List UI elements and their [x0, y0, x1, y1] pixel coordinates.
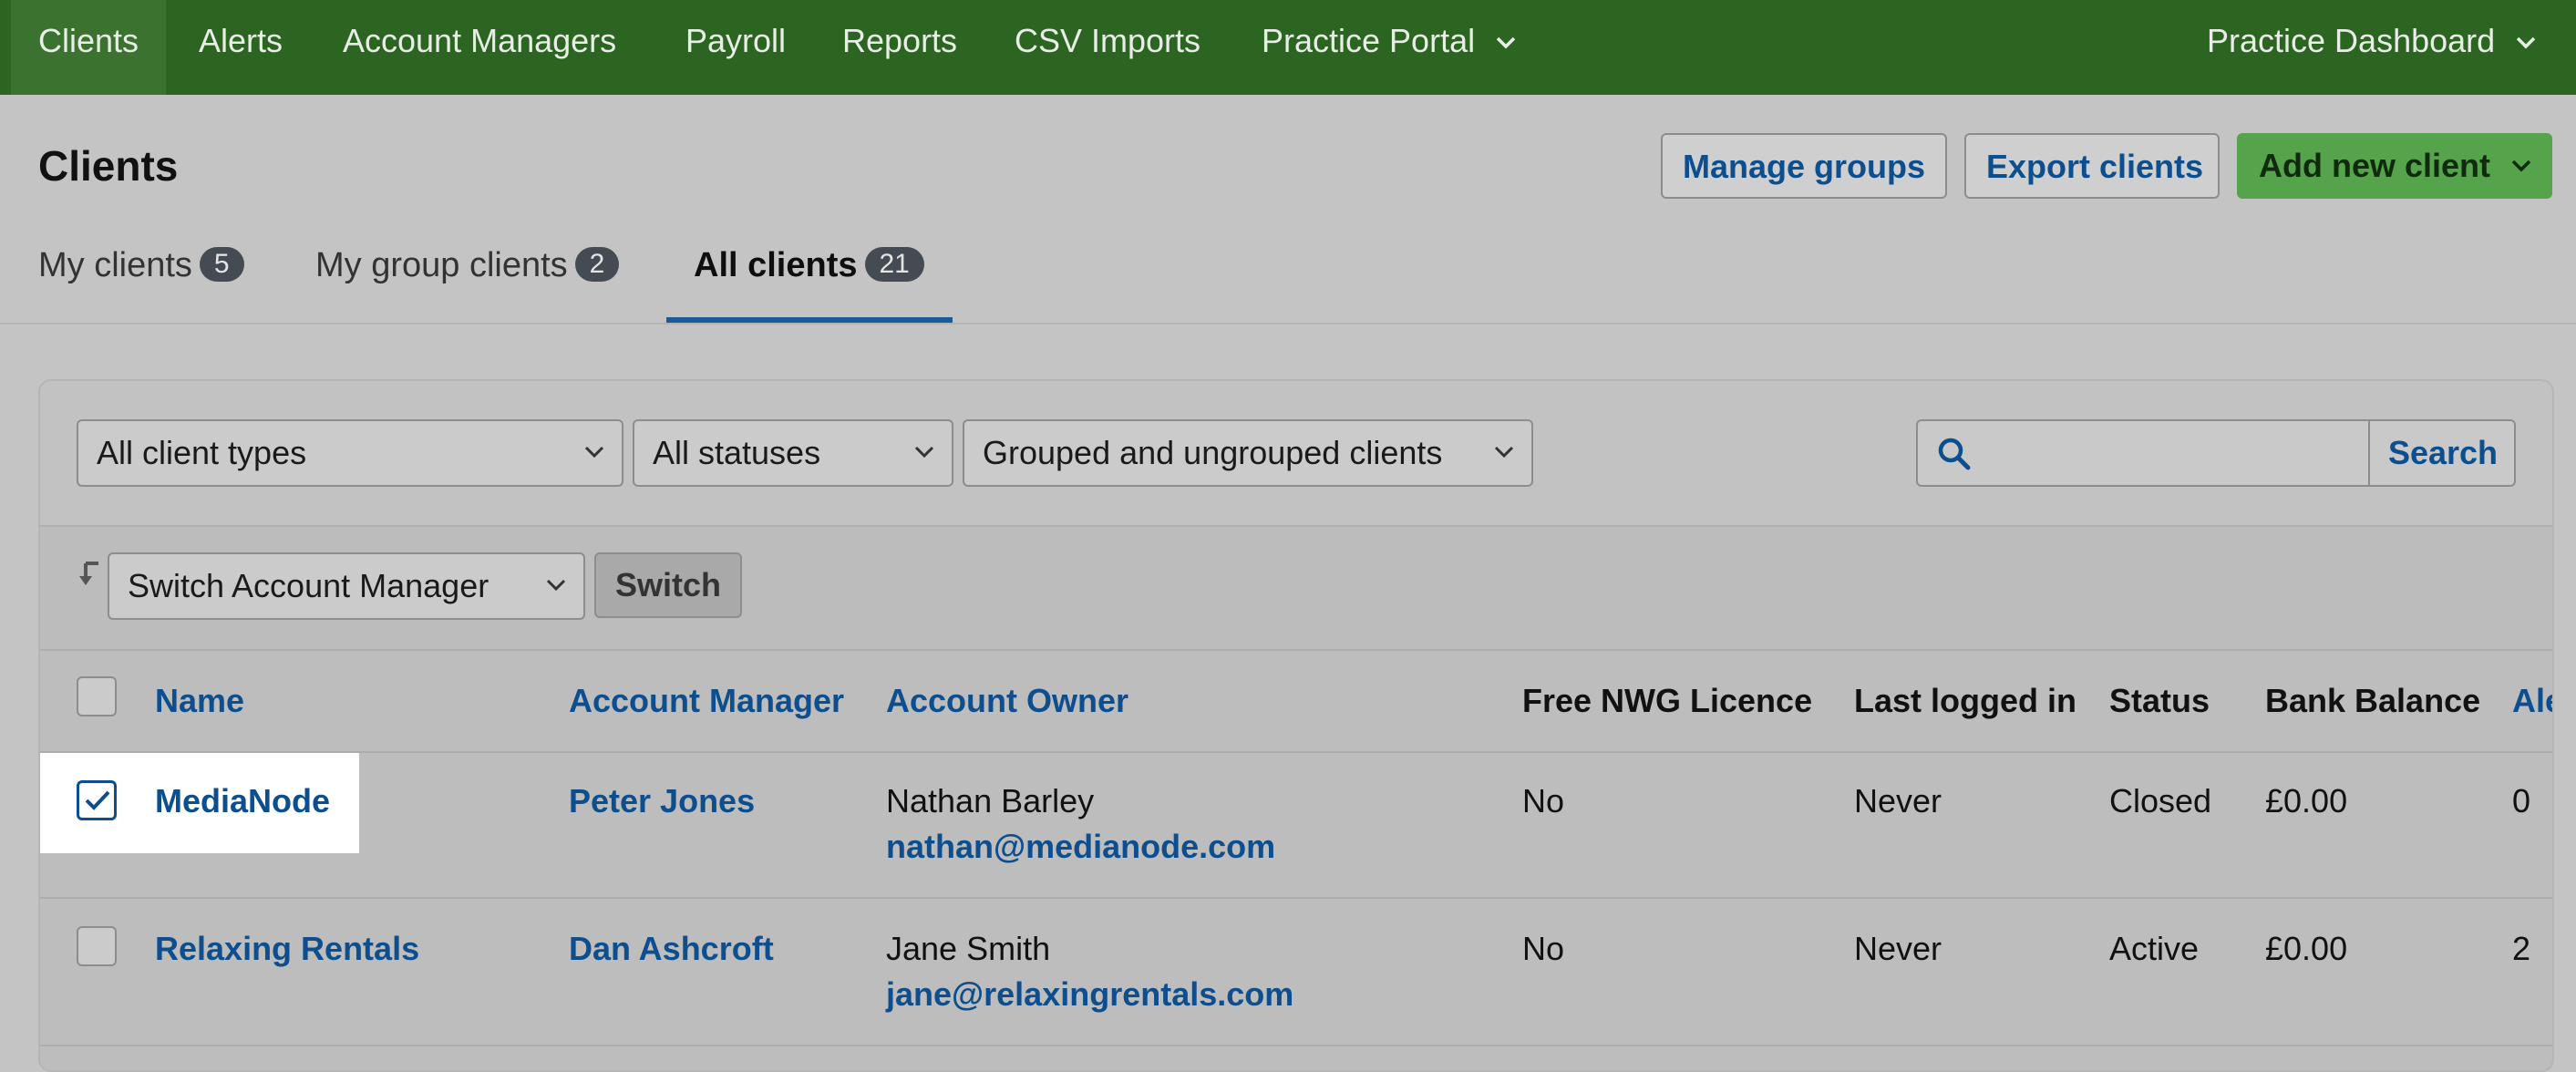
chevron-down-icon — [1494, 446, 1514, 459]
select-all-checkbox[interactable] — [77, 676, 117, 716]
switch-account-manager-value: Switch Account Manager — [128, 567, 489, 604]
count-badge: 5 — [199, 246, 244, 282]
account-manager-link[interactable]: Dan Ashcroft — [569, 930, 774, 968]
search-box: Search — [1916, 419, 2516, 487]
licence-value: No — [1522, 782, 1565, 819]
column-bank-balance: Bank Balance — [2265, 682, 2481, 719]
chevron-down-icon — [546, 579, 566, 592]
chevron-down-icon — [1496, 37, 1516, 49]
column-status: Status — [2109, 682, 2210, 719]
column-last-logged-in: Last logged in — [1854, 682, 2077, 719]
client-type-select[interactable]: All client types — [77, 419, 623, 487]
account-owner-name: Nathan Barley — [886, 782, 1095, 819]
tab-label: My group clients — [315, 246, 568, 284]
checkmark-icon — [85, 790, 110, 810]
row-divider — [40, 751, 2552, 753]
bank-balance-value: £0.00 — [2265, 930, 2348, 967]
row-divider — [40, 897, 2552, 899]
count-badge: 21 — [864, 246, 924, 282]
add-new-client-label: Add new client — [2259, 147, 2491, 184]
nav-csv-imports[interactable]: CSV Imports — [1015, 0, 1200, 95]
tabs-divider — [0, 323, 2576, 325]
column-name[interactable]: Name — [155, 682, 244, 720]
column-free-nwg-licence: Free NWG Licence — [1522, 682, 1813, 719]
column-account-manager[interactable]: Account Manager — [569, 682, 844, 720]
switch-account-manager-select[interactable]: Switch Account Manager — [108, 552, 585, 620]
status-value: All statuses — [653, 434, 821, 471]
last-logged-value: Never — [1854, 782, 1942, 819]
last-logged-value: Never — [1854, 930, 1942, 967]
tab-my-group-clients[interactable]: My group clients 2 — [315, 246, 620, 285]
chevron-down-icon — [2516, 37, 2536, 49]
grouping-value: Grouped and ungrouped clients — [983, 434, 1443, 471]
alerts-value: 2 — [2512, 930, 2531, 967]
nav-alerts[interactable]: Alerts — [199, 0, 283, 95]
top-nav: Clients Alerts Account Managers Payroll … — [0, 0, 2576, 95]
manage-groups-button[interactable]: Manage groups — [1661, 133, 1947, 199]
filter-bar: All client types All statuses Grouped an… — [40, 381, 2552, 527]
nav-account-managers[interactable]: Account Managers — [343, 0, 616, 95]
client-type-value: All client types — [97, 434, 307, 471]
account-owner-name: Jane Smith — [886, 930, 1051, 967]
status-value: Active — [2109, 930, 2200, 967]
export-clients-button[interactable]: Export clients — [1964, 133, 2220, 199]
nav-clients[interactable]: Clients — [11, 0, 167, 95]
column-alerts[interactable]: Ale — [2512, 682, 2552, 720]
status-value: Closed — [2109, 782, 2212, 819]
tab-label: My clients — [38, 246, 192, 284]
account-owner-email[interactable]: jane@relaxingrentals.com — [886, 975, 1293, 1014]
clients-panel: All client types All statuses Grouped an… — [38, 379, 2554, 1072]
page-title: Clients — [38, 142, 179, 190]
nav-reports[interactable]: Reports — [842, 0, 957, 95]
nav-practice-dashboard-label: Practice Dashboard — [2207, 22, 2496, 59]
tab-all-clients[interactable]: All clients 21 — [694, 246, 924, 285]
nav-practice-portal[interactable]: Practice Portal — [1262, 0, 1517, 95]
chevron-down-icon — [584, 446, 604, 459]
nav-practice-portal-label: Practice Portal — [1262, 22, 1476, 59]
client-name-link[interactable]: Relaxing Rentals — [155, 930, 419, 968]
nav-payroll[interactable]: Payroll — [685, 0, 786, 95]
row-divider — [40, 1045, 2552, 1046]
chevron-down-icon — [914, 446, 934, 459]
corner-arrow-icon — [79, 562, 98, 585]
account-manager-link[interactable]: Peter Jones — [569, 782, 755, 820]
account-owner-email[interactable]: nathan@medianode.com — [886, 828, 1275, 866]
count-badge: 2 — [574, 246, 620, 282]
licence-value: No — [1522, 930, 1565, 967]
search-icon — [1938, 438, 1971, 470]
search-button[interactable]: Search — [2368, 421, 2516, 485]
tab-my-clients[interactable]: My clients 5 — [38, 246, 244, 285]
search-input[interactable] — [1985, 428, 2354, 479]
nav-practice-dashboard[interactable]: Practice Dashboard — [2207, 0, 2537, 95]
switch-button[interactable]: Switch — [594, 552, 742, 618]
row-checkbox[interactable] — [77, 926, 117, 966]
status-select[interactable]: All statuses — [633, 419, 953, 487]
grouping-select[interactable]: Grouped and ungrouped clients — [963, 419, 1533, 487]
client-name-link[interactable]: MediaNode — [155, 782, 330, 820]
add-new-client-button[interactable]: Add new client — [2237, 133, 2552, 199]
bank-balance-value: £0.00 — [2265, 782, 2348, 819]
row-checkbox[interactable] — [77, 780, 117, 820]
column-account-owner[interactable]: Account Owner — [886, 682, 1128, 720]
alerts-value: 0 — [2512, 782, 2531, 819]
chevron-down-icon — [2511, 160, 2531, 172]
tab-label: All clients — [694, 246, 858, 284]
